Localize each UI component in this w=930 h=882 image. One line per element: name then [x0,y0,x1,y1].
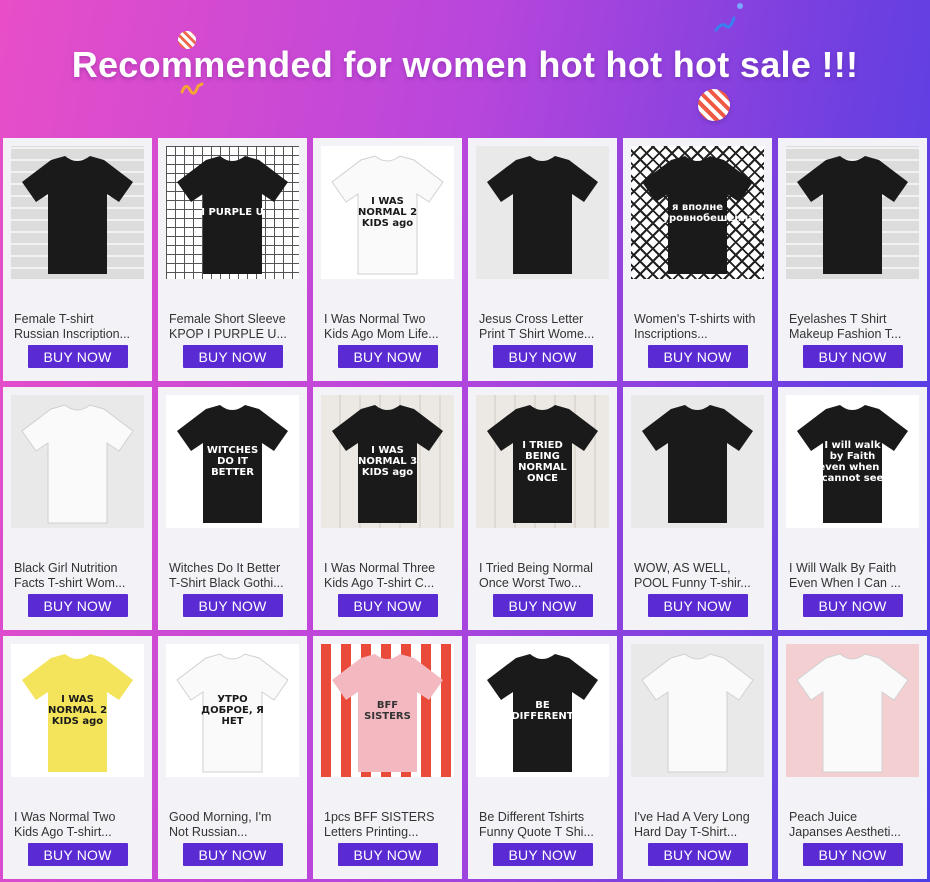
tshirt-icon [21,404,134,524]
product-image[interactable] [11,146,144,279]
striped-ball-decoration-large [698,89,730,121]
shirt-print-text: I WAS NORMAL 2 KIDS ago [357,196,418,229]
shirt-print-text: WITCHES DO IT BETTER [206,445,259,478]
product-title[interactable]: Peach Juice Japanses Aestheti... [784,810,914,840]
product-card[interactable]: I will walk by Faith even when I cannot … [778,387,927,630]
product-image[interactable]: I will walk by Faith even when I cannot … [786,395,919,528]
shirt-print-text: УТРО ДОБРОЕ, Я НЕТ [201,694,264,727]
product-image[interactable]: WITCHES DO IT BETTER [166,395,299,528]
product-card[interactable]: Peach Juice Japanses Aestheti... BUY NOW [778,636,927,879]
product-card[interactable]: УТРО ДОБРОЕ, Я НЕТ Good Morning, I'm Not … [158,636,307,879]
product-card[interactable]: WOW, AS WELL, POOL Funny T-shir... BUY NO… [623,387,772,630]
product-card[interactable]: I WAS NORMAL 3 KIDS ago I Was Normal Thre… [313,387,462,630]
buy-now-button[interactable]: BUY NOW [802,594,903,617]
banner-title: Recommended for women hot hot hot sale !… [71,44,859,85]
buy-now-button[interactable]: BUY NOW [492,594,593,617]
shirt-print-text: I will walk by Faith even when I cannot … [818,439,887,484]
shirt-print-text: I PURPLE U [201,207,264,218]
buy-now-button[interactable]: BUY NOW [492,843,593,866]
product-title[interactable]: 1pcs BFF SISTERS Letters Printing... [319,810,449,840]
product-card[interactable]: I WAS NORMAL 2 KIDS ago I Was Normal Two … [3,636,152,879]
shirt-print-text: BE DIFFERENT [511,699,574,722]
buy-now-button[interactable]: BUY NOW [27,843,128,866]
buy-now-button[interactable]: BUY NOW [27,594,128,617]
promo-banner: Recommended for women hot hot hot sale !… [0,0,930,138]
buy-now-button[interactable]: BUY NOW [802,345,903,368]
product-card[interactable]: I TRIED BEING NORMAL ONCE I Tried Being N… [468,387,617,630]
product-title[interactable]: WOW, AS WELL, POOL Funny T-shir... [629,561,759,591]
product-image[interactable]: BFF SISTERS [321,644,454,777]
product-image[interactable] [631,395,764,528]
product-image[interactable] [476,146,609,279]
buy-now-button[interactable]: BUY NOW [802,843,903,866]
product-image[interactable] [786,644,919,777]
buy-now-button[interactable]: BUY NOW [647,345,748,368]
product-title[interactable]: I've Had A Very Long Hard Day T-Shirt... [629,810,759,840]
product-title[interactable]: Black Girl Nutrition Facts T-shirt Wom..… [9,561,139,591]
buy-now-button[interactable]: BUY NOW [647,843,748,866]
tshirt-icon [487,156,598,274]
product-card[interactable]: я вполне уровнобешенная Women's T-shirts … [623,138,772,381]
product-card[interactable]: I've Had A Very Long Hard Day T-Shirt...… [623,636,772,879]
buy-now-button[interactable]: BUY NOW [492,345,593,368]
product-title[interactable]: Jesus Cross Letter Print T Shirt Wome... [474,312,604,342]
product-title[interactable]: Eyelashes T Shirt Makeup Fashion T... [784,312,914,342]
product-title[interactable]: I Was Normal Three Kids Ago T-shirt C... [319,561,449,591]
product-card[interactable]: Female T-shirt Russian Inscription... BUY… [3,138,152,381]
confetti-ribbon-icon [714,3,743,32]
shirt-print-text: I TRIED BEING NORMAL ONCE [518,439,567,484]
product-title[interactable]: I Was Normal Two Kids Ago T-shirt... [9,810,139,840]
buy-now-button[interactable]: BUY NOW [182,843,283,866]
product-card[interactable]: I WAS NORMAL 2 KIDS ago I Was Normal Two … [313,138,462,381]
buy-now-button[interactable]: BUY NOW [182,345,283,368]
product-title[interactable]: Women's T-shirts with Inscriptions... [629,312,759,342]
shirt-print-text: BFF SISTERS [364,699,411,722]
tshirt-icon [797,156,908,274]
buy-now-button[interactable]: BUY NOW [647,594,748,617]
product-card[interactable]: BFF SISTERS 1pcs BFF SISTERS Letters Prin… [313,636,462,879]
product-grid: Female T-shirt Russian Inscription... BUY… [3,138,927,882]
product-title[interactable]: Be Different Tshirts Funny Quote T Shi..… [474,810,604,840]
product-title[interactable]: Witches Do It Better T-Shirt Black Gothi… [164,561,294,591]
product-card[interactable]: I PURPLE U Female Short Sleeve KPOP I PUR… [158,138,307,381]
tshirt-icon [642,405,753,523]
product-title[interactable]: Good Morning, I'm Not Russian... [164,810,294,840]
buy-now-button[interactable]: BUY NOW [337,843,438,866]
product-image[interactable] [11,395,144,528]
buy-now-button[interactable]: BUY NOW [27,345,128,368]
product-image[interactable]: я вполне уровнобешенная [631,146,764,279]
product-image[interactable] [631,644,764,777]
product-card[interactable]: WITCHES DO IT BETTER Witches Do It Better… [158,387,307,630]
product-card[interactable]: Black Girl Nutrition Facts T-shirt Wom..… [3,387,152,630]
product-title[interactable]: I Was Normal Two Kids Ago Mom Life... [319,312,449,342]
product-image[interactable]: I PURPLE U [166,146,299,279]
product-image[interactable]: BE DIFFERENT [476,644,609,777]
product-image[interactable]: I WAS NORMAL 3 KIDS ago [321,395,454,528]
shirt-print-text: I WAS NORMAL 3 KIDS ago [357,445,418,478]
buy-now-button[interactable]: BUY NOW [337,345,438,368]
buy-now-button[interactable]: BUY NOW [337,594,438,617]
product-card[interactable]: Eyelashes T Shirt Makeup Fashion T... BUY… [778,138,927,381]
product-card[interactable]: BE DIFFERENT Be Different Tshirts Funny Q… [468,636,617,879]
product-image[interactable]: I TRIED BEING NORMAL ONCE [476,395,609,528]
product-title[interactable]: I Tried Being Normal Once Worst Two... [474,561,604,591]
shirt-print-text: я вполне уровнобешенная [662,201,762,224]
product-image[interactable]: УТРО ДОБРОЕ, Я НЕТ [166,644,299,777]
shirt-print-text: I WAS NORMAL 2 KIDS ago [47,694,108,727]
tshirt-icon [641,653,754,773]
product-image[interactable] [786,146,919,279]
tshirt-icon [22,156,133,274]
product-title[interactable]: Female Short Sleeve KPOP I PURPLE U... [164,312,294,342]
product-image[interactable]: I WAS NORMAL 2 KIDS ago [11,644,144,777]
buy-now-button[interactable]: BUY NOW [182,594,283,617]
product-title[interactable]: I Will Walk By Faith Even When I Can ... [784,561,914,591]
tshirt-icon [796,653,909,773]
product-title[interactable]: Female T-shirt Russian Inscription... [9,312,139,342]
product-card[interactable]: Jesus Cross Letter Print T Shirt Wome...… [468,138,617,381]
product-image[interactable]: I WAS NORMAL 2 KIDS ago [321,146,454,279]
